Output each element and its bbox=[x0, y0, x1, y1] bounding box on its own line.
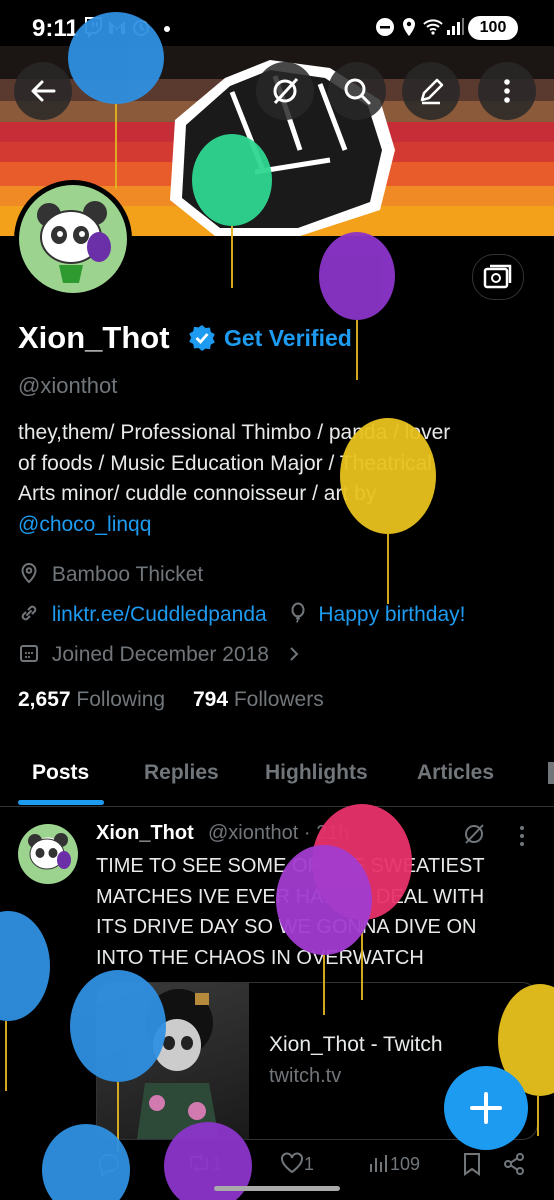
balloon-purple-2 bbox=[276, 845, 372, 1015]
balloon-blue-2 bbox=[0, 911, 50, 1091]
birthday-balloons-overlay bbox=[0, 12, 554, 1200]
plus-icon bbox=[470, 1092, 502, 1124]
home-indicator[interactable] bbox=[214, 1186, 340, 1191]
balloon-purple bbox=[319, 232, 395, 380]
balloon-green bbox=[192, 134, 272, 288]
balloon-yellow bbox=[340, 418, 436, 604]
balloon-blue bbox=[68, 12, 164, 189]
compose-button[interactable] bbox=[444, 1066, 528, 1150]
balloon-blue-4 bbox=[42, 1124, 130, 1200]
